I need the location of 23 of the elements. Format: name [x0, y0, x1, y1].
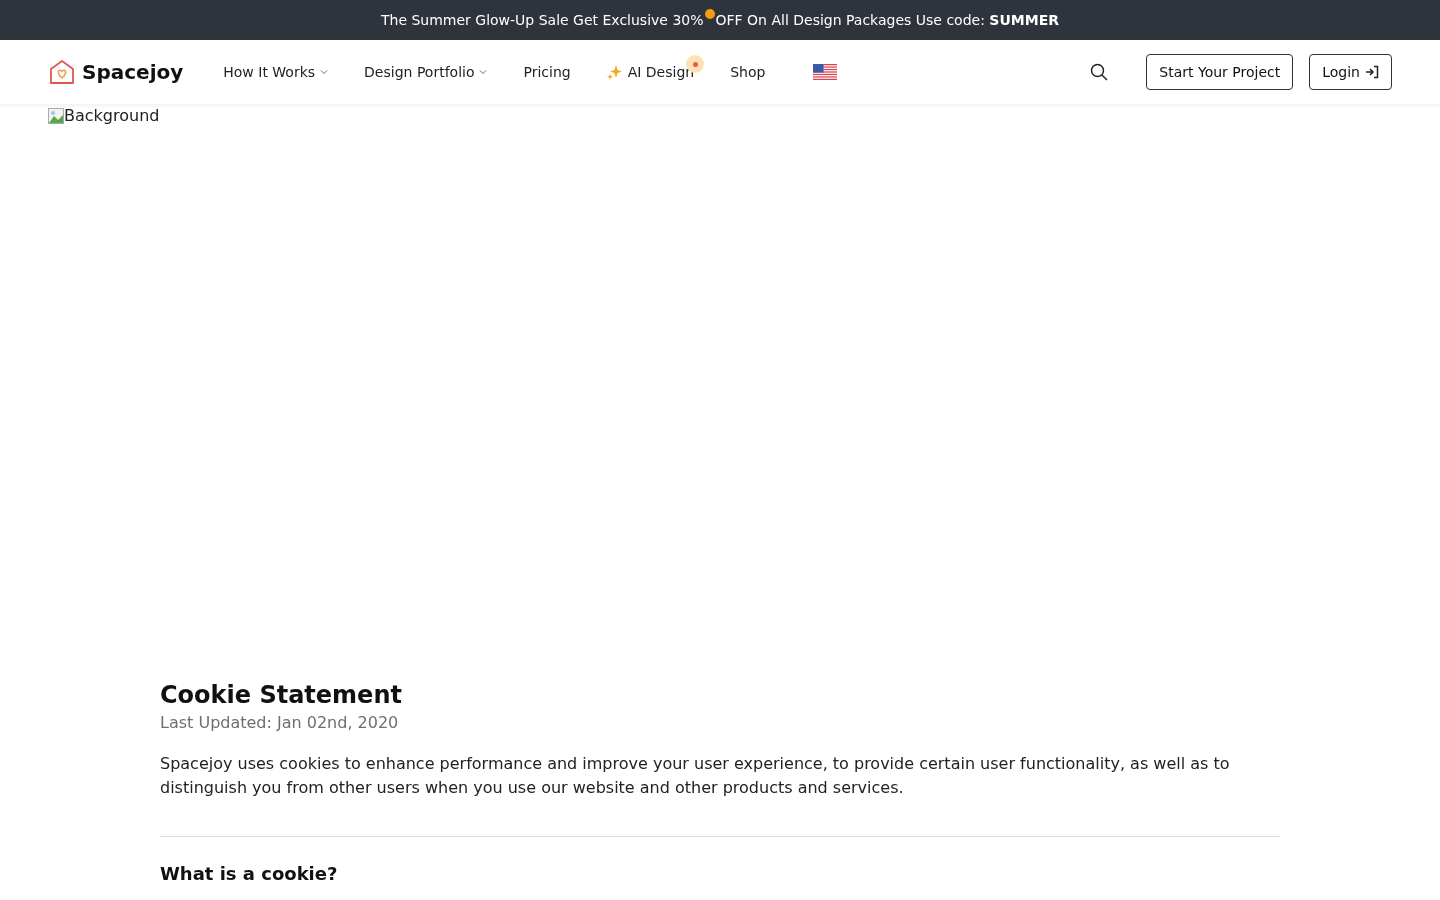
chevron-down-icon — [320, 69, 329, 75]
search-icon[interactable] — [1090, 63, 1109, 81]
nav-link[interactable]: AI Design — [588, 64, 713, 80]
nav-link[interactable]: How It Works — [223, 64, 347, 80]
page-title: Cookie Statement — [160, 680, 403, 711]
nav-link[interactable]: Design Portfolio — [346, 64, 506, 80]
promo-text: The Summer Glow-Up Sale Get Exclusive 30% — [380, 12, 704, 28]
nav-link[interactable]: Pricing — [505, 64, 589, 80]
chevron-down-icon — [479, 69, 488, 75]
logo-link[interactable]: Spacejoy — [48, 58, 184, 86]
intro-paragraph: Spacejoy uses cookies to enhance performance and improve your user experience, to provide certain user functionality, as well as to distinguish you from other users when you use our website and other products and services. — [160, 753, 1231, 800]
notification-dot — [704, 9, 715, 19]
section-heading: What is a cookie? — [160, 863, 339, 885]
promo-text: OFF On All Design Packages Use code: SUMMER — [715, 12, 1059, 28]
house-heart-icon — [48, 58, 76, 86]
nav-link[interactable]: Shop — [712, 64, 784, 80]
flag-icon[interactable] — [813, 64, 838, 80]
sparkle-icon — [606, 64, 623, 80]
login-button[interactable]: Login — [1309, 54, 1392, 90]
broken-image: Background — [48, 106, 160, 125]
start-project-button[interactable]: Start Your Project — [1146, 54, 1294, 90]
last-updated-text: Last Updated: Jan 02nd, 2020 — [160, 713, 400, 733]
login-icon — [1365, 65, 1379, 79]
